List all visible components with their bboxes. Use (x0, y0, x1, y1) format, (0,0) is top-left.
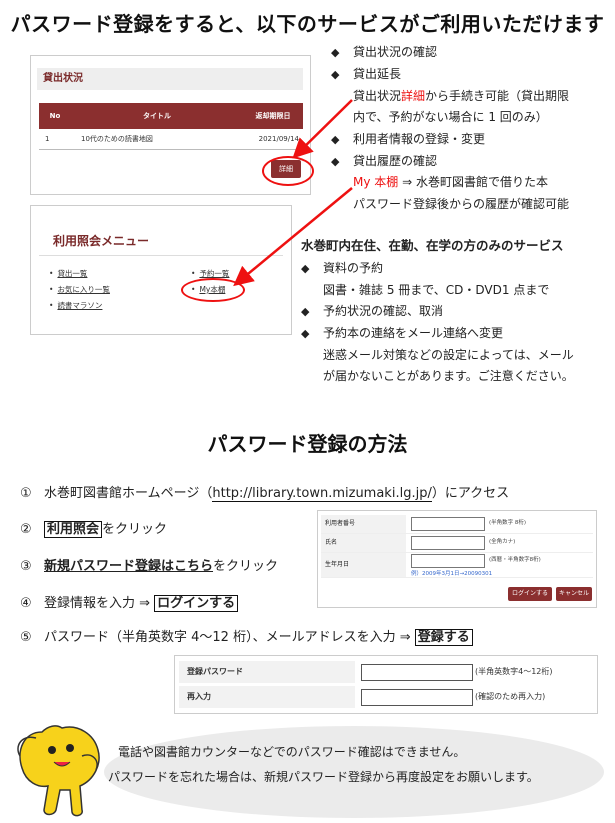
bullet-icon: ◆ (331, 46, 340, 59)
service-history: 貸出履歴の確認 (353, 154, 438, 168)
confirm-input[interactable] (361, 689, 473, 706)
step-5: ⑤ パスワード（半角英数字 4～12 桁）、メールアドレスを入力 ⇒ 登録する (20, 626, 473, 646)
confirm-row: 再入力 (確認のため再入力) (179, 686, 593, 708)
card-number-label: 利用者番号 (321, 515, 406, 533)
service-mail-desc1: 迷惑メール対策などの設定によっては、メール (323, 348, 574, 362)
service-mail-desc2: が届かないことがあります。ご注意ください。 (323, 369, 574, 383)
service-status-check: 貸出状況の確認 (353, 45, 438, 59)
step-text: をクリック (102, 522, 168, 537)
birthdate-input[interactable] (411, 554, 485, 568)
cancel-button[interactable]: キャンセル (556, 587, 592, 601)
step-number: ② (20, 522, 32, 537)
step-number: ⑤ (20, 630, 32, 645)
service-reserve-desc: 図書・雑誌 5 冊まで、CD・DVD1 点まで (323, 283, 550, 297)
confirm-label: 再入力 (179, 686, 355, 708)
step-text: パスワード（半角英数字 4～12 桁）、メールアドレスを入力 ⇒ (44, 630, 415, 645)
desc-text: ⇒ 水巻町図書館で借りた本 (398, 175, 548, 189)
name-hint: (全角カナ) (489, 539, 516, 545)
step-1: ① 水巻町図書館ホームページ（http://library.town.mizuma… (20, 482, 510, 502)
residents-heading: 水巻町内在住、在勤、在学の方のみのサービス (301, 238, 564, 253)
login-label: ログインする (154, 595, 239, 612)
card-number-hint: (半角数字 8桁) (489, 520, 527, 526)
step-number: ① (20, 486, 32, 501)
bullet-icon: ◆ (301, 327, 310, 340)
password-input[interactable] (361, 664, 473, 681)
birthdate-row: 生年月日 (西暦・半角数字8桁) 例）2009年3月1日→20090301 (321, 553, 593, 578)
service-extension-desc2: 内で、予約がない場合に 1 回のみ） (353, 110, 548, 124)
step-3: ③ 新規パスワード登録はこちらをクリック (20, 555, 278, 574)
bullet-icon: ◆ (301, 262, 310, 275)
service-extension: 貸出延長 (353, 67, 402, 81)
section-title: パスワード登録の方法 (207, 432, 408, 456)
step-text: ）にアクセス (431, 486, 510, 501)
desc-text: から手続き可能（貸出期限 (425, 89, 570, 103)
password-form: 登録パスワード (半角英数字4～12桁) 再入力 (確認のため再入力) (174, 655, 598, 714)
password-row: 登録パスワード (半角英数字4～12桁) (179, 661, 593, 683)
service-reserve-status: 予約状況の確認、取消 (323, 304, 444, 318)
register-label: 登録する (414, 629, 473, 646)
mascot-icon (17, 725, 100, 817)
bullet-icon: ◆ (331, 133, 340, 146)
service-mail-notify: 予約本の連絡をメール連絡へ変更 (323, 326, 504, 340)
step-text: 登録情報を入力 ⇒ (44, 596, 155, 611)
birthdate-label: 生年月日 (321, 553, 406, 577)
card-number-row: 利用者番号 (半角数字 8桁) (321, 515, 593, 534)
name-row: 氏名 (全角カナ) (321, 534, 593, 553)
step-text: をクリック (213, 559, 279, 574)
step-number: ④ (20, 596, 32, 611)
step-text: 水巻町図書館ホームページ（ (44, 486, 213, 501)
library-url-link[interactable]: http://library.town.mizumaki.lg.jp/ (212, 486, 432, 502)
step-2: ② 利用照会 をクリック (20, 518, 168, 538)
password-label: 登録パスワード (179, 661, 355, 683)
inquiry-link[interactable]: 利用照会 (44, 521, 103, 538)
note-line-2: パスワードを忘れた場合は、新規パスワード登録から再度設定をお願いします。 (108, 770, 539, 784)
arrow-to-detail (292, 99, 353, 159)
note-line-1: 電話や図書館カウンターなどでのパスワード確認はできません。 (118, 745, 466, 759)
name-input[interactable] (411, 536, 485, 550)
detail-keyword: 詳細 (401, 89, 426, 103)
service-reserve: 資料の予約 (323, 261, 384, 275)
step-4: ④ 登録情報を入力 ⇒ ログインする (20, 592, 239, 612)
service-user-info: 利用者情報の登録・変更 (353, 132, 486, 146)
name-label: 氏名 (321, 534, 406, 552)
login-button[interactable]: ログインする (508, 587, 552, 601)
step-number: ③ (20, 559, 32, 574)
birthdate-example: 例）2009年3月1日→20090301 (411, 571, 493, 577)
login-form: 利用者番号 (半角数字 8桁) 氏名 (全角カナ) 生年月日 (西暦・半角数字8… (317, 510, 597, 608)
desc-text: 貸出状況 (353, 89, 402, 103)
bullet-icon: ◆ (301, 305, 310, 318)
bullet-icon: ◆ (331, 155, 340, 168)
card-number-input[interactable] (411, 517, 485, 531)
new-password-link[interactable]: 新規パスワード登録はこちら (44, 559, 213, 574)
service-extension-desc1: 貸出状況詳細から手続き可能（貸出期限 (353, 86, 569, 108)
service-history-desc1: My 本棚 ⇒ 水巻町図書館で借りた本 (353, 172, 548, 194)
confirm-hint: (確認のため再入力) (475, 692, 546, 701)
birthdate-hint: (西暦・半角数字8桁) (489, 557, 541, 563)
bullet-icon: ◆ (331, 68, 340, 81)
service-history-desc2: パスワード登録後からの履歴が確認可能 (353, 197, 570, 211)
password-hint: (半角英数字4～12桁) (475, 667, 553, 676)
mybookshelf-keyword: My 本棚 (353, 175, 399, 189)
